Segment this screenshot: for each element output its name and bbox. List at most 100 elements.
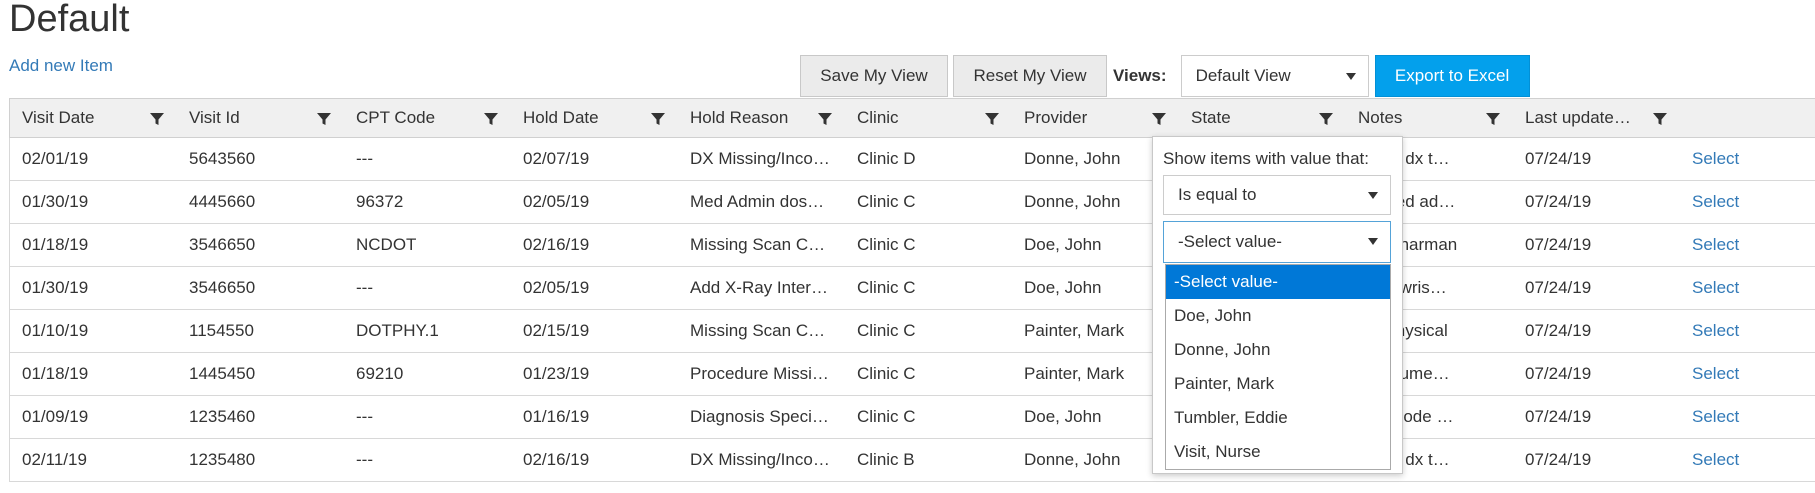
filter-icon[interactable] [316,111,332,127]
table-cell: --- [356,450,373,469]
table-cell: Med Admin dos… [690,192,825,211]
column-header-label: Visit Id [189,108,240,127]
filter-option[interactable]: Visit, Nurse [1166,435,1390,469]
toolbar: Save My View Reset My View Views: Defaul… [800,55,1530,97]
select-link[interactable]: Select [1680,224,1812,266]
filter-option[interactable]: Tumbler, Eddie [1166,401,1390,435]
select-link[interactable]: Select [1680,181,1812,223]
table-cell: 02/05/19 [523,278,590,297]
column-header[interactable]: Notes [1346,99,1513,137]
column-header[interactable]: Last update… [1513,99,1680,137]
table-cell: 5643560 [189,149,256,168]
filter-option[interactable]: -Select value- [1166,265,1390,299]
table-row: 01/09/19 1235460 --- 01/16/19 Diagnosis Spec… [9,396,1815,439]
table-cell: 01/09/19 [22,407,89,426]
table-cell: DOTPHY.1 [356,321,439,340]
reset-my-view-button[interactable]: Reset My View [953,55,1107,97]
table-cell: 01/18/19 [22,364,89,383]
column-header-label: Provider [1024,108,1088,127]
filter-operator-value: Is equal to [1178,185,1257,204]
filter-option[interactable]: Doe, John [1166,299,1390,333]
table-cell: --- [356,278,373,297]
column-header[interactable]: Provider [1012,99,1179,137]
table-cell: Add X-Ray Inter… [690,278,828,297]
table-cell: --- [356,149,373,168]
table-cell: 07/24/19 [1525,192,1592,211]
column-header[interactable]: Visit Date [10,99,177,137]
table-cell: 07/24/19 [1525,450,1592,469]
table-cell: --- [356,407,373,426]
table-cell: NCDOT [356,235,417,254]
table-cell: Clinic C [857,407,916,426]
table-cell: DX Missing/Inco… [690,149,830,168]
table-cell: 01/30/19 [22,192,89,211]
select-link[interactable]: Select [1680,439,1812,481]
table-cell: 69210 [356,364,404,383]
table-cell: 02/01/19 [22,149,89,168]
table-cell: DX Missing/Inco… [690,450,830,469]
table-cell: 01/18/19 [22,235,89,254]
filter-operator-select[interactable]: Is equal to [1163,175,1391,215]
save-my-view-button[interactable]: Save My View [800,55,948,97]
table-cell: 96372 [356,192,404,211]
filter-icon[interactable] [817,111,833,127]
filter-icon[interactable] [984,111,1000,127]
filter-icon[interactable] [483,111,499,127]
data-grid: Visit Date Visit Id CPT Code Hold Date Hold … [9,98,1815,482]
table-cell: 02/05/19 [523,192,590,211]
column-header-label: Clinic [857,108,899,127]
filter-value-select[interactable]: -Select value- [1163,221,1391,263]
column-header-label: State [1191,108,1231,127]
filter-option[interactable]: Painter, Mark [1166,367,1390,401]
column-header[interactable]: Hold Reason [678,99,845,137]
table-cell: 01/10/19 [22,321,89,340]
table-cell: Clinic C [857,321,916,340]
column-header[interactable]: Visit Id [177,99,344,137]
table-cell: 07/24/19 [1525,235,1592,254]
page-title: Default [9,0,130,40]
views-select-value: Default View [1195,66,1291,85]
table-row: 02/01/19 5643560 --- 02/07/19 DX Missing/Inc… [9,138,1815,181]
select-link[interactable]: Select [1680,310,1812,352]
views-select[interactable]: Default View [1180,55,1369,97]
filter-icon[interactable] [1652,111,1668,127]
filter-popup: Show items with value that: Is equal to … [1152,136,1403,474]
column-header-label: Hold Date [523,108,599,127]
table-cell: 1235480 [189,450,256,469]
table-cell: 07/24/19 [1525,364,1592,383]
column-header[interactable]: Hold Date [511,99,678,137]
column-header[interactable]: CPT Code [344,99,511,137]
table-cell: Clinic B [857,450,915,469]
export-to-excel-button[interactable]: Export to Excel [1374,55,1530,97]
select-link[interactable]: Select [1680,353,1812,395]
select-link[interactable]: Select [1680,396,1812,438]
table-cell: 02/16/19 [523,235,590,254]
chevron-down-icon [1368,192,1378,199]
column-header[interactable]: Clinic [845,99,1012,137]
column-header-actions [1680,99,1812,137]
table-cell: Clinic C [857,278,916,297]
filter-icon[interactable] [1151,111,1167,127]
table-cell: Missing Scan C… [690,321,826,340]
table-cell: 07/24/19 [1525,149,1592,168]
table-cell: 01/23/19 [523,364,590,383]
table-cell: Clinic D [857,149,916,168]
filter-icon[interactable] [650,111,666,127]
column-header-label: Visit Date [22,108,95,127]
select-link[interactable]: Select [1680,267,1812,309]
select-link[interactable]: Select [1680,138,1812,180]
table-cell: Clinic C [857,364,916,383]
filter-option[interactable]: Donne, John [1166,333,1390,367]
add-new-item-link[interactable]: Add new Item [9,56,113,76]
table-cell: Procedure Missi… [690,364,829,383]
column-header[interactable]: State [1179,99,1346,137]
table-cell: 3546650 [189,235,256,254]
table-cell: 1154550 [189,321,254,340]
filter-icon[interactable] [1318,111,1334,127]
table-cell: Missing Scan C… [690,235,826,254]
filter-icon[interactable] [149,111,165,127]
table-cell: 1445450 [189,364,256,383]
filter-icon[interactable] [1485,111,1501,127]
filter-value-options: -Select value- Doe, John Donne, John Painte… [1165,264,1391,470]
grid-body: 02/01/19 5643560 --- 02/07/19 DX Missing/Inc… [9,138,1815,482]
